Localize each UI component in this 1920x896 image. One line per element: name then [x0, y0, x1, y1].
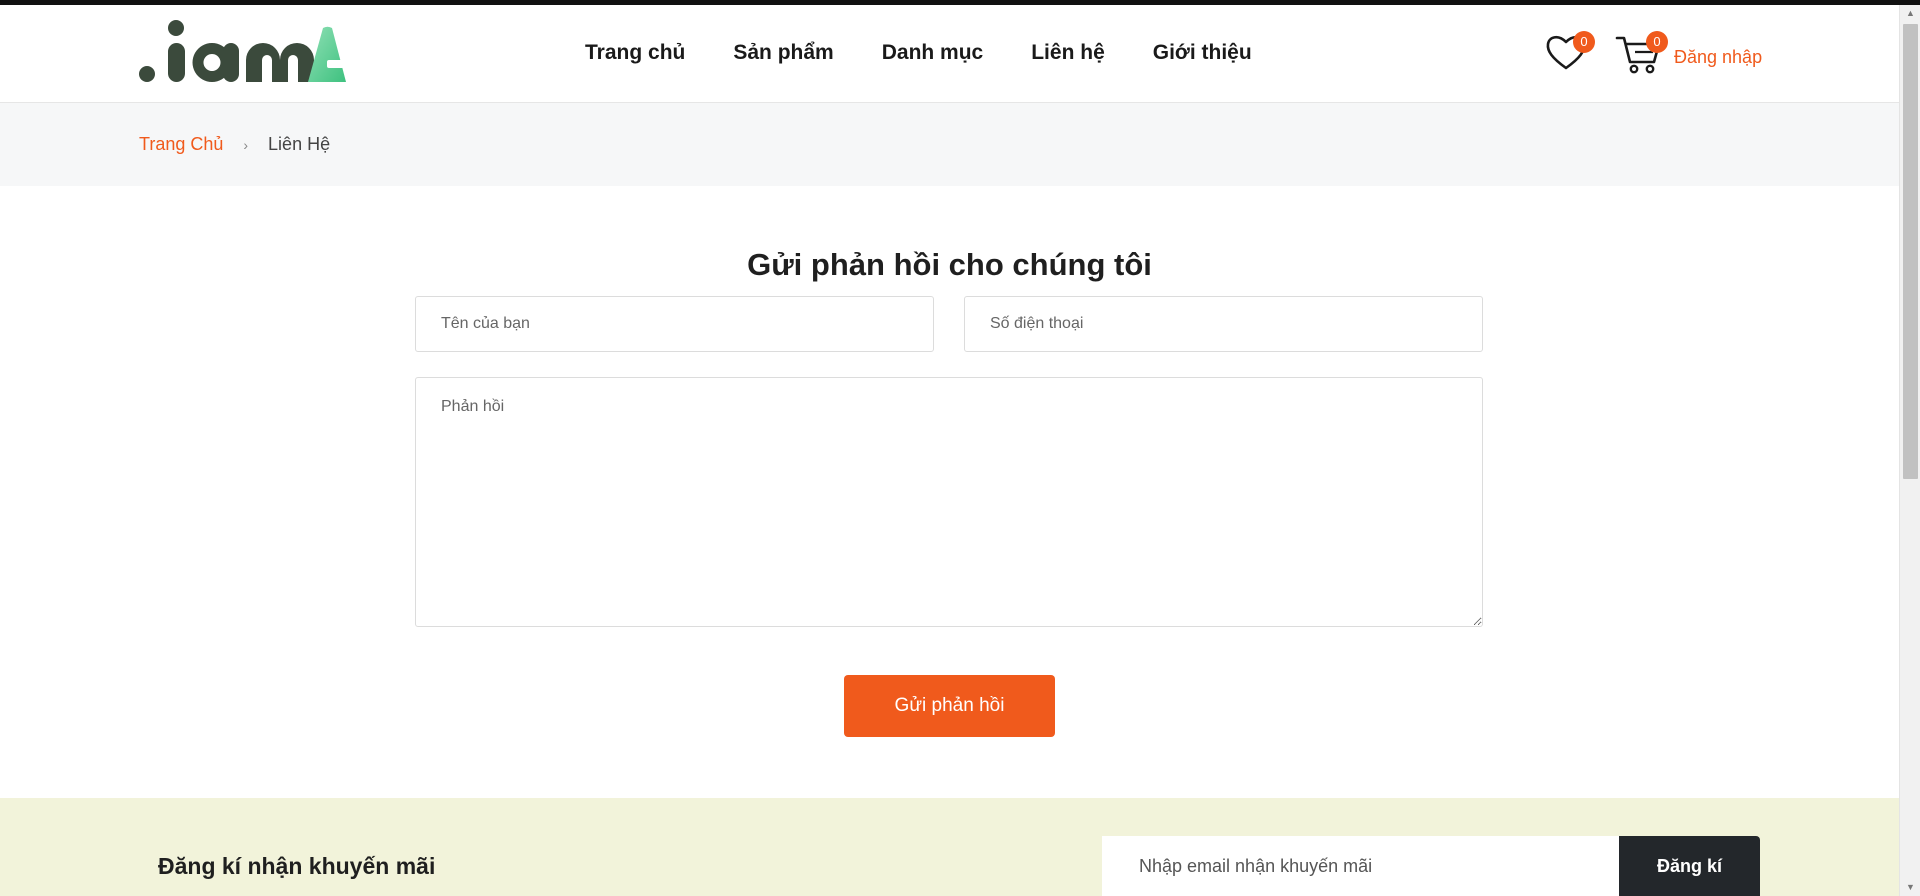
breadcrumb-home-link[interactable]: Trang Chủ	[139, 134, 223, 155]
scroll-down-arrow-icon[interactable]: ▼	[1900, 879, 1920, 896]
breadcrumb: Trang Chủ › Liên Hệ	[139, 134, 330, 155]
feedback-textarea[interactable]	[415, 377, 1483, 627]
wishlist-button[interactable]: 0	[1543, 29, 1595, 75]
breadcrumb-current: Liên Hệ	[268, 134, 331, 154]
name-field[interactable]	[415, 296, 934, 352]
phone-field[interactable]	[964, 296, 1483, 352]
submit-feedback-button[interactable]: Gửi phản hồi	[844, 675, 1055, 737]
newsletter-title: Đăng kí nhận khuyến mãi	[158, 853, 436, 879]
newsletter-section: Đăng kí nhận khuyến mãi Đăng kí	[0, 798, 1899, 896]
scrollbar-thumb[interactable]	[1903, 24, 1918, 479]
main-nav: Trang chủ Sản phẩm Danh mục Liên hệ Giới…	[585, 41, 1252, 65]
brand-logo[interactable]	[138, 19, 348, 83]
feedback-form-title: Gửi phản hồi cho chúng tôi	[747, 247, 1152, 282]
nav-about[interactable]: Giới thiệu	[1153, 41, 1252, 65]
scroll-up-arrow-icon[interactable]: ▲	[1900, 5, 1920, 22]
page: Trang chủ Sản phẩm Danh mục Liên hệ Giới…	[0, 5, 1899, 896]
breadcrumb-bar: Trang Chủ › Liên Hệ	[0, 103, 1899, 186]
breadcrumb-separator: ›	[243, 136, 249, 153]
wishlist-count-badge: 0	[1573, 31, 1595, 53]
nav-contact[interactable]: Liên hệ	[1031, 41, 1105, 65]
site-header: Trang chủ Sản phẩm Danh mục Liên hệ Giới…	[0, 5, 1899, 103]
subscribe-button[interactable]: Đăng kí	[1619, 836, 1760, 896]
cart-count-badge: 0	[1646, 31, 1668, 53]
nav-products[interactable]: Sản phẩm	[733, 41, 833, 65]
nav-categories[interactable]: Danh mục	[882, 41, 984, 65]
nav-home[interactable]: Trang chủ	[585, 41, 685, 65]
login-link[interactable]: Đăng nhập	[1674, 47, 1762, 68]
vertical-scrollbar[interactable]: ▲ ▼	[1899, 5, 1920, 896]
newsletter-email-input[interactable]	[1102, 836, 1619, 896]
cart-button[interactable]: 0	[1615, 29, 1668, 75]
